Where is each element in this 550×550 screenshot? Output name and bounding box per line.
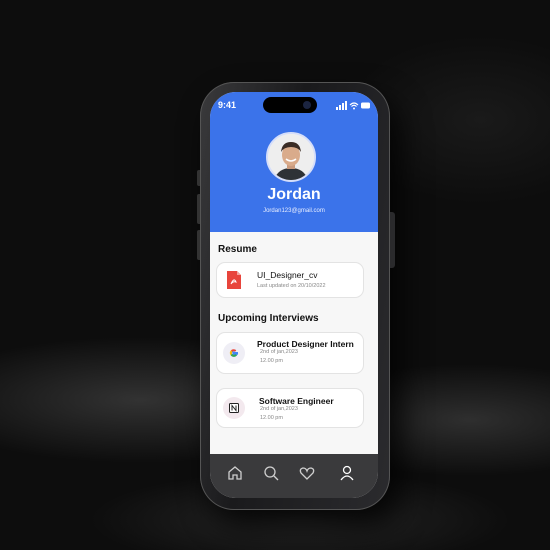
interview-card-2[interactable]: Software Engineer 2nd of jan,2023 12.00 … (216, 388, 364, 428)
status-icons (336, 101, 370, 110)
battery-icon (361, 102, 370, 109)
google-logo-icon (223, 342, 245, 364)
interviews-section-title: Upcoming Interviews (218, 313, 319, 324)
notion-logo-icon (223, 397, 245, 419)
interview-time-1: 12.00 pm (260, 358, 283, 364)
volume-up-button (197, 194, 200, 224)
resume-file-name: UI_Designer_cv (257, 270, 318, 280)
interview-card-1[interactable]: Product Designer Intern 2nd of jan,2023 … (216, 332, 364, 374)
avatar[interactable] (266, 132, 316, 182)
side-button (390, 212, 395, 268)
profile-email: Jordan123@gmail.com (263, 208, 325, 214)
resume-section-title: Resume (218, 244, 257, 255)
interview-time-2: 12.00 pm (260, 415, 283, 421)
profile-name: Jordan (267, 186, 321, 203)
profile-header: 9:41 Jordan Jordan123@gmail.com (210, 92, 378, 232)
home-icon[interactable] (226, 464, 244, 482)
search-icon[interactable] (262, 464, 280, 482)
bottom-nav (210, 454, 378, 498)
resume-card[interactable]: UI_Designer_cv Last updated on 20/10/202… (216, 262, 364, 298)
wifi-icon (349, 102, 359, 107)
profile-icon[interactable] (338, 464, 356, 482)
avatar-photo (268, 134, 314, 180)
interview-date-2: 2nd of jan,2023 (260, 406, 298, 412)
interview-date-1: 2nd of jan,2023 (260, 349, 298, 355)
app-screen: 9:41 Jordan Jordan123@gmail.com Resume U… (210, 92, 378, 498)
volume-down-button (197, 230, 200, 260)
interview-title-2: Software Engineer (259, 396, 334, 406)
signal-icon (336, 101, 347, 110)
dynamic-island (263, 97, 317, 113)
status-time: 9:41 (218, 100, 237, 110)
pdf-file-icon (223, 269, 245, 291)
interview-title-1: Product Designer Intern (257, 339, 354, 349)
resume-updated: Last updated on 20/10/2022 (257, 283, 326, 289)
action-button (197, 170, 200, 186)
heart-icon[interactable] (298, 464, 316, 482)
phone-mockup: 9:41 Jordan Jordan123@gmail.com Resume U… (197, 82, 395, 510)
